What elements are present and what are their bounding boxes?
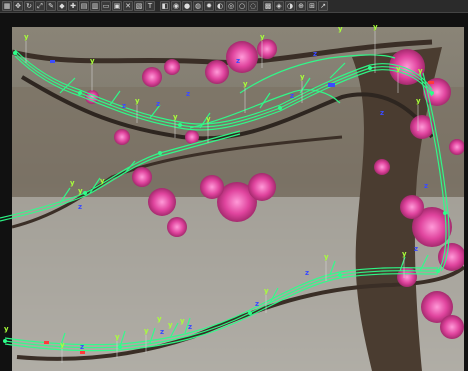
y-axis-gizmo-label[interactable]: y xyxy=(300,73,305,81)
close-view-icon[interactable]: ✕ xyxy=(123,1,133,11)
z-axis-gizmo-label[interactable]: z xyxy=(186,90,190,98)
y-axis-gizmo-label[interactable]: y xyxy=(416,97,421,105)
spline-overlay[interactable]: yyyy yyyyyyyyyyyy yyyyyyyyy y zzzzzzzzzzzzz… xyxy=(0,13,468,371)
y-axis-gizmo-label[interactable]: y xyxy=(90,57,95,65)
y-axis-gizmo-label[interactable]: y xyxy=(206,115,211,123)
y-axis-gizmo-label[interactable]: y xyxy=(260,33,265,41)
camera-icon[interactable]: ◧ xyxy=(160,1,170,11)
y-axis-gizmo-label[interactable]: y xyxy=(243,80,248,88)
y-axis-gizmo-label[interactable]: y xyxy=(168,321,173,329)
y-axis-gizmo-label[interactable]: y xyxy=(264,287,269,295)
y-axis-gizmo-label[interactable]: y xyxy=(24,33,29,41)
z-axis-gizmo-label[interactable]: z xyxy=(80,343,84,351)
z-axis-gizmo-label[interactable]: z xyxy=(424,182,428,190)
expand-icon[interactable]: ↗ xyxy=(318,1,328,11)
y-axis-gizmo-label[interactable]: y xyxy=(180,317,185,325)
shade-icon[interactable]: ◐ xyxy=(215,1,225,11)
y-axis-gizmo-label[interactable]: y xyxy=(144,327,149,335)
z-axis-gizmo-label[interactable]: z xyxy=(414,245,418,253)
toolbar-separator xyxy=(156,1,159,11)
orbit-icon[interactable]: ◑ xyxy=(285,1,295,11)
y-axis-gizmo-label[interactable]: y xyxy=(402,250,407,258)
y-axis-gizmo-label[interactable]: y xyxy=(373,23,378,31)
sun-icon[interactable]: ✹ xyxy=(204,1,214,11)
layer-icon[interactable]: ▥ xyxy=(90,1,100,11)
sphere-icon[interactable]: ● xyxy=(182,1,192,11)
z-axis-gizmo-label[interactable]: z xyxy=(160,328,164,336)
select-tool-icon[interactable]: ▦ xyxy=(2,1,12,11)
scale-tool-icon[interactable]: ⤢ xyxy=(35,1,45,11)
ball-icon[interactable]: ○ xyxy=(237,1,247,11)
grid-icon[interactable]: ▤ xyxy=(79,1,89,11)
z-axis-gizmo-label[interactable]: z xyxy=(188,323,192,331)
light-icon[interactable]: ◉ xyxy=(171,1,181,11)
y-axis-gizmo-label[interactable]: y xyxy=(173,113,178,121)
y-axis-gizmo-label[interactable]: y xyxy=(78,187,83,195)
move-tool-icon[interactable]: ✥ xyxy=(13,1,23,11)
weld-tool-icon[interactable]: ✚ xyxy=(68,1,78,11)
y-axis-gizmo-label[interactable]: y xyxy=(418,67,423,75)
y-axis-gizmo-label[interactable]: y xyxy=(115,333,120,341)
y-axis-gizmo-label[interactable]: y xyxy=(60,341,65,349)
wire-icon[interactable]: ▧ xyxy=(134,1,144,11)
frame-icon[interactable]: ▭ xyxy=(101,1,111,11)
toolbar-separator xyxy=(259,1,262,11)
material-icon[interactable]: ◍ xyxy=(193,1,203,11)
spot-icon[interactable]: ◌ xyxy=(248,1,258,11)
y-axis-gizmo-label[interactable]: y xyxy=(100,177,105,185)
brush-tool-icon[interactable]: ✎ xyxy=(46,1,56,11)
lock-icon[interactable]: ▩ xyxy=(263,1,273,11)
z-axis-gizmo-label[interactable]: z xyxy=(255,300,259,308)
viewport-toolbar: ▦ ✥ ↻ ⤢ ✎ ◆ ✚ ▤ ▥ ▭ ▣ ✕ ▧ T ◧ ◉ ● ◍ ✹ ◐ ◎ ○ ◌ ▩ ◈ ◑ ⊕ ⊞ ↗ xyxy=(0,0,468,13)
z-axis-gizmo-label[interactable]: z xyxy=(122,102,126,110)
z-axis-gizmo-label[interactable]: z xyxy=(78,203,82,211)
pan-icon[interactable]: ◈ xyxy=(274,1,284,11)
y-axis-gizmo-label[interactable]: y xyxy=(324,253,329,261)
y-axis-gizmo-label[interactable]: y xyxy=(4,325,9,333)
z-axis-gizmo-label[interactable]: z xyxy=(290,92,294,100)
z-axis-gizmo-label[interactable]: z xyxy=(156,100,160,108)
y-axis-gizmo-label[interactable]: y xyxy=(396,65,401,73)
node-tool-icon[interactable]: ◆ xyxy=(57,1,67,11)
rotate-tool-icon[interactable]: ↻ xyxy=(24,1,34,11)
3d-viewport[interactable]: yyyyyyyyyyyyyyyyyyyyyyyyyy zzzzzzzzzzzzz… xyxy=(0,13,468,371)
text-icon[interactable]: T xyxy=(145,1,155,11)
z-axis-gizmo-label[interactable]: z xyxy=(313,50,317,58)
zoom-icon[interactable]: ⊕ xyxy=(296,1,306,11)
render-icon[interactable]: ▣ xyxy=(112,1,122,11)
snap-icon[interactable]: ⊞ xyxy=(307,1,317,11)
y-axis-gizmo-label[interactable]: y xyxy=(135,97,140,105)
y-axis-gizmo-label[interactable]: y xyxy=(338,25,343,33)
z-axis-gizmo-label[interactable]: z xyxy=(380,109,384,117)
globe-icon[interactable]: ◎ xyxy=(226,1,236,11)
z-axis-gizmo-label[interactable]: z xyxy=(305,269,309,277)
y-axis-gizmo-label[interactable]: y xyxy=(70,179,75,187)
z-axis-gizmo-label[interactable]: z xyxy=(236,57,240,65)
y-axis-gizmo-label[interactable]: y xyxy=(157,315,162,323)
